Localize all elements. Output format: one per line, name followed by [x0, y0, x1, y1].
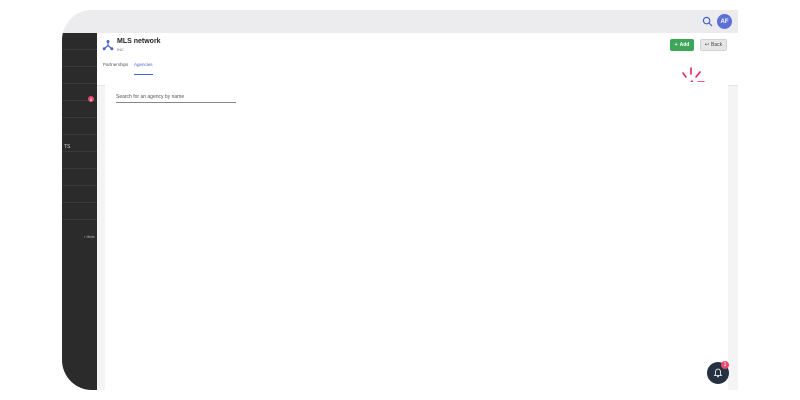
agency-search-input[interactable]	[116, 92, 236, 103]
plus-icon: +	[674, 42, 678, 48]
sidebar-item[interactable]	[62, 118, 97, 135]
page-subtitle: INC	[117, 47, 124, 52]
sidebar-item[interactable]	[62, 152, 97, 169]
bell-icon	[713, 368, 723, 378]
app-window: AF 8 TS ‹ Hide MLS network INC + Add ↩ B…	[62, 10, 738, 390]
search-icon[interactable]	[702, 16, 713, 27]
hide-sidebar-button[interactable]: ‹ Hide	[84, 234, 95, 239]
sidebar-item[interactable]	[62, 50, 97, 67]
page-title: MLS network	[117, 38, 161, 45]
main-content	[105, 82, 728, 390]
sidebar-item[interactable]	[62, 203, 97, 220]
sidebar-item[interactable]	[62, 33, 97, 50]
back-button-label: Back	[711, 42, 723, 48]
page-header: MLS network INC + Add ↩ Back Partnership…	[97, 33, 738, 105]
back-arrow-icon: ↩	[704, 42, 710, 48]
network-icon	[102, 40, 114, 51]
tab-agencies[interactable]: Agencies	[134, 62, 153, 75]
top-bar: AF	[62, 10, 738, 33]
sidebar: 8 TS ‹ Hide	[62, 33, 97, 390]
sidebar-notification-badge: 8	[88, 96, 94, 102]
tab-partnerships[interactable]: Partnerships	[103, 62, 128, 74]
add-button[interactable]: + Add	[670, 39, 694, 51]
sidebar-item-label: TS	[64, 144, 71, 150]
notifications-badge: 1	[721, 361, 729, 369]
add-button-label: Add	[679, 42, 690, 48]
sidebar-item[interactable]	[62, 186, 97, 203]
sidebar-item[interactable]	[62, 101, 97, 118]
sidebar-item[interactable]	[62, 67, 97, 84]
avatar[interactable]: AF	[717, 14, 732, 29]
back-button[interactable]: ↩ Back	[700, 39, 727, 51]
sidebar-item[interactable]	[62, 169, 97, 186]
